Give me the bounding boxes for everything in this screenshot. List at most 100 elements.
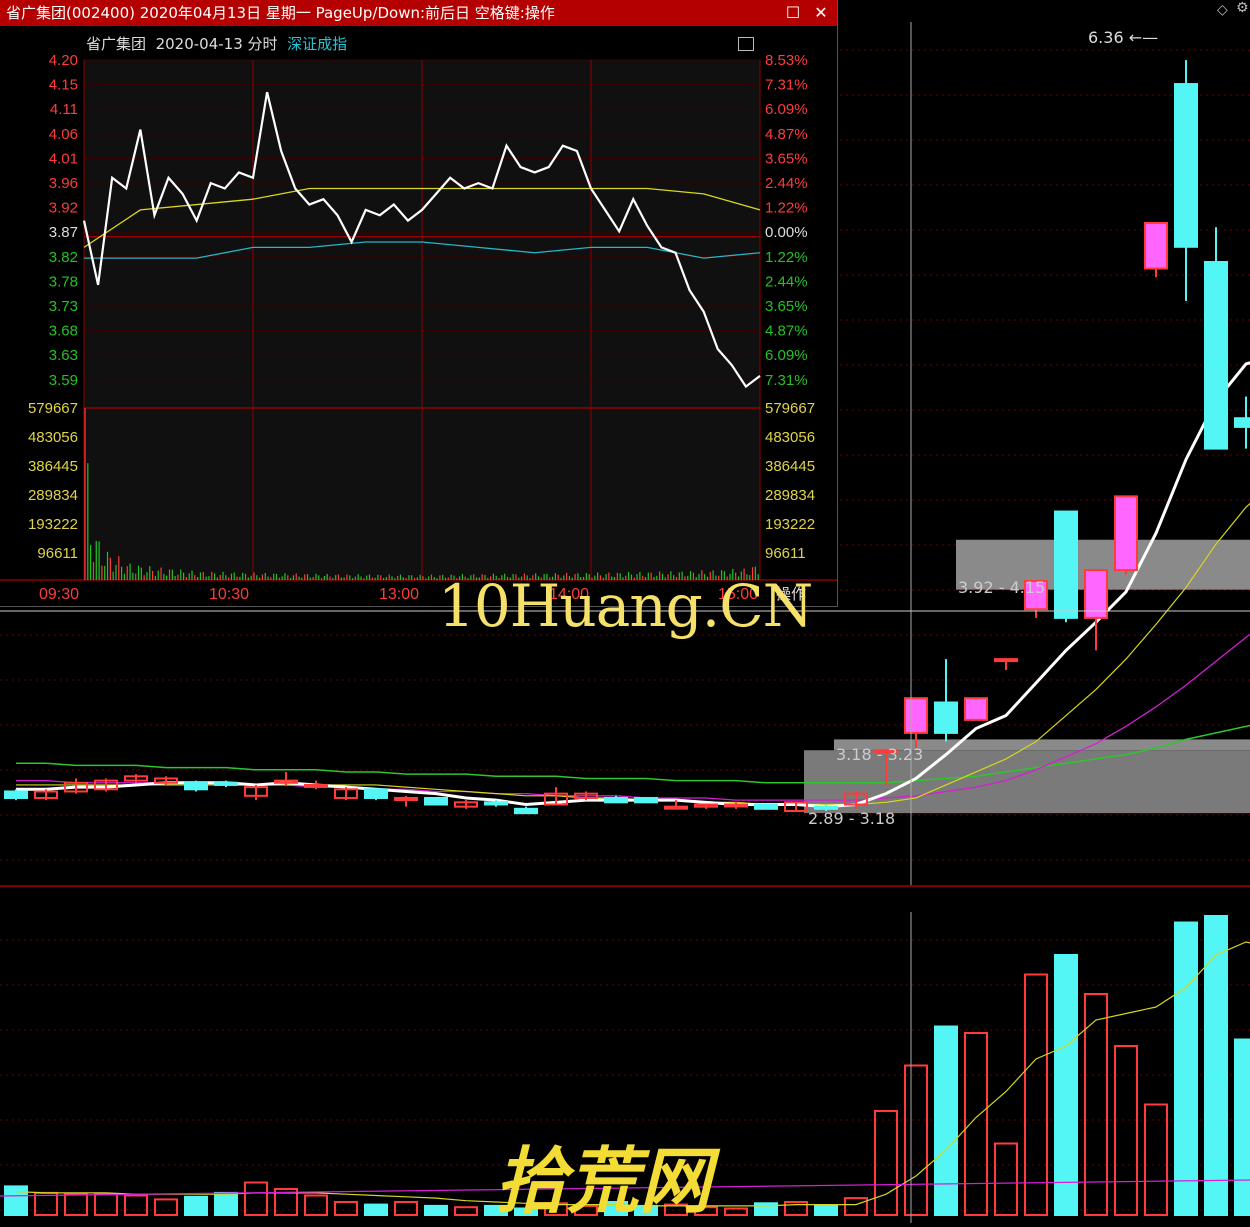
volume-bar bbox=[1204, 915, 1228, 1216]
volume-bar bbox=[724, 1207, 748, 1216]
candle-body bbox=[754, 803, 778, 810]
candle-body bbox=[1144, 221, 1168, 270]
volume-tick-label: 289834 bbox=[765, 487, 815, 504]
volume-bar bbox=[364, 1203, 388, 1216]
price-tick-label: 3.87 bbox=[49, 224, 78, 241]
candle-body bbox=[394, 796, 418, 801]
diamond-icon[interactable]: ◇ bbox=[1217, 2, 1228, 18]
price-tick-label: 3.78 bbox=[49, 273, 78, 290]
time-tick-label: 10:30 bbox=[209, 586, 249, 603]
pct-tick-label: 7.31% bbox=[765, 372, 808, 389]
candle-body bbox=[964, 697, 988, 721]
price-tick-label: 3.92 bbox=[49, 200, 78, 217]
price-tick-label: 3.59 bbox=[49, 372, 78, 389]
candle-body bbox=[1204, 260, 1228, 450]
volume-bar bbox=[94, 1193, 118, 1216]
candle-body bbox=[1234, 417, 1250, 428]
candle-body bbox=[184, 781, 208, 791]
zone-label-2: 3.18 - 3.23 bbox=[836, 745, 924, 764]
volume-tick-label: 193222 bbox=[28, 516, 78, 533]
price-tick-label: 3.73 bbox=[49, 298, 78, 315]
volume-bar bbox=[1114, 1045, 1138, 1216]
pct-tick-label: 8.53% bbox=[765, 52, 808, 69]
volume-bar bbox=[814, 1204, 838, 1217]
time-tick-label: 09:30 bbox=[39, 586, 79, 603]
chart-date: 2020-04-13 分时 bbox=[155, 35, 278, 53]
candle-body bbox=[664, 805, 688, 810]
pct-tick-label: 0.00% bbox=[765, 224, 808, 241]
volume-bar bbox=[1234, 1038, 1250, 1216]
price-tick-label: 3.63 bbox=[49, 347, 78, 364]
intraday-chart: 4.20 4.15 4.11 4.06 4.01 3.96 3.92 3.87 3.82 3.78… bbox=[0, 52, 837, 603]
candle-body bbox=[934, 701, 958, 734]
candle-body bbox=[304, 783, 328, 788]
volume-bar bbox=[1144, 1103, 1168, 1216]
volume-bar bbox=[454, 1206, 478, 1216]
volume-bar bbox=[424, 1204, 448, 1217]
pct-tick-label: 1.22% bbox=[765, 249, 808, 266]
zone-label-3: 2.89 - 3.18 bbox=[808, 809, 896, 828]
candle-body bbox=[1174, 83, 1198, 248]
volume-tick-label: 483056 bbox=[765, 429, 815, 446]
popup-subheader: 省广集团 2020-04-13 分时 深证成指 bbox=[86, 33, 347, 54]
volume-bar bbox=[214, 1191, 238, 1217]
volume-bar bbox=[304, 1194, 328, 1216]
pct-tick-label: 3.65% bbox=[765, 150, 808, 167]
volume-bar bbox=[64, 1193, 88, 1216]
stock-name: 省广集团 bbox=[86, 35, 147, 53]
pct-tick-label: 3.65% bbox=[765, 298, 808, 315]
pct-tick-label: 6.09% bbox=[765, 101, 808, 118]
volume-bar bbox=[964, 1032, 988, 1216]
candle-body bbox=[484, 801, 508, 806]
volume-bar bbox=[244, 1181, 268, 1216]
volume-bar bbox=[1174, 921, 1198, 1216]
volume-bar bbox=[994, 1142, 1018, 1216]
volume-bar bbox=[184, 1195, 208, 1217]
time-tick-label: 13:00 bbox=[379, 586, 419, 603]
zone-label-1: 3.92 - 4.15 bbox=[958, 578, 1046, 597]
high-price-label: 6.36 ←— bbox=[1088, 28, 1159, 47]
pct-tick-label: 4.87% bbox=[765, 323, 808, 340]
price-tick-label: 4.15 bbox=[49, 77, 78, 94]
volume-bar bbox=[904, 1064, 928, 1216]
restore-icon[interactable]: ☐ bbox=[782, 0, 804, 26]
volume-bar bbox=[1024, 973, 1048, 1216]
candle-body bbox=[724, 803, 748, 808]
price-tick-label: 3.82 bbox=[49, 249, 78, 266]
volume-bar bbox=[4, 1185, 28, 1217]
candle-body bbox=[4, 790, 28, 799]
popup-titlebar[interactable]: 省广集团(002400) 2020年04月13日 星期一 PageUp/Down… bbox=[0, 0, 837, 26]
intraday-grid bbox=[0, 59, 837, 581]
close-icon[interactable]: ✕ bbox=[810, 0, 832, 26]
volume-tick-label: 96611 bbox=[765, 545, 806, 562]
candle-body bbox=[994, 658, 1018, 663]
candle-body bbox=[364, 788, 388, 799]
volume-tick-label: 386445 bbox=[765, 458, 815, 475]
volume-tick-label: 289834 bbox=[28, 487, 78, 504]
volume-bar bbox=[124, 1194, 148, 1216]
candle-body bbox=[214, 781, 238, 786]
price-tick-label: 3.96 bbox=[49, 175, 78, 192]
index-name[interactable]: 深证成指 bbox=[287, 35, 347, 53]
candle-body bbox=[424, 796, 448, 806]
panel-toggle-icon[interactable] bbox=[738, 37, 754, 51]
popup-title: 省广集团(002400) 2020年04月13日 星期一 PageUp/Down… bbox=[6, 4, 555, 22]
candle-body bbox=[1054, 510, 1078, 619]
volume-bar bbox=[934, 1025, 958, 1216]
candle-body bbox=[634, 796, 658, 804]
price-tick-label: 4.01 bbox=[49, 150, 78, 167]
candle-body bbox=[1114, 495, 1138, 572]
volume-bar bbox=[34, 1191, 58, 1217]
volume-bar bbox=[1054, 954, 1078, 1216]
volume-bar bbox=[334, 1201, 358, 1216]
pct-tick-label: 1.22% bbox=[765, 200, 808, 217]
volume-tick-label: 579667 bbox=[28, 400, 78, 417]
watermark-bottom: 拾荒网 bbox=[495, 1138, 712, 1223]
volume-tick-label: 193222 bbox=[765, 516, 815, 533]
gear-icon[interactable]: ⚙ bbox=[1236, 0, 1249, 16]
candle-body bbox=[514, 807, 538, 815]
volume-tick-label: 483056 bbox=[28, 429, 78, 446]
candle-body bbox=[904, 697, 928, 734]
volume-bar bbox=[784, 1201, 808, 1216]
volume-bar bbox=[874, 1110, 898, 1216]
